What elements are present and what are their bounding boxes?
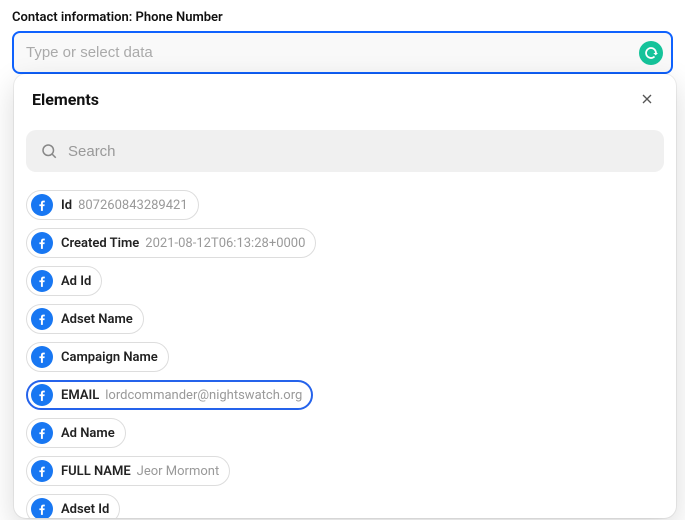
close-button[interactable] bbox=[636, 88, 658, 110]
close-icon bbox=[639, 91, 655, 107]
element-pill[interactable]: Adset Name bbox=[26, 304, 144, 334]
phone-input[interactable] bbox=[12, 31, 673, 74]
element-value: 2021-08-12T06:13:28+0000 bbox=[145, 236, 305, 251]
facebook-icon bbox=[31, 498, 53, 518]
element-value: Jeor Mormont bbox=[137, 464, 220, 479]
field-label: Contact information: Phone Number bbox=[12, 10, 673, 25]
element-label: Created Time bbox=[61, 236, 139, 251]
element-pill[interactable]: EMAIL lordcommander@nightswatch.org bbox=[26, 380, 313, 410]
element-label: FULL NAME bbox=[61, 464, 131, 479]
facebook-icon bbox=[31, 384, 53, 406]
element-pill[interactable]: Id 807260843289421 bbox=[26, 190, 199, 220]
element-pill[interactable]: FULL NAME Jeor Mormont bbox=[26, 456, 230, 486]
facebook-icon bbox=[31, 346, 53, 368]
facebook-icon bbox=[31, 308, 53, 330]
elements-panel: Elements Id 807260843289421 Created Time 20… bbox=[14, 74, 676, 518]
facebook-icon bbox=[31, 194, 53, 216]
search-bar[interactable] bbox=[26, 130, 664, 172]
element-label: Campaign Name bbox=[61, 350, 158, 365]
element-pill[interactable]: Ad Id bbox=[26, 266, 102, 296]
elements-list: Id 807260843289421 Created Time 2021-08-12T… bbox=[14, 182, 676, 518]
panel-title: Elements bbox=[32, 90, 99, 109]
element-pill[interactable]: Created Time 2021-08-12T06:13:28+0000 bbox=[26, 228, 316, 258]
element-label: EMAIL bbox=[61, 388, 99, 403]
facebook-icon bbox=[31, 270, 53, 292]
element-pill[interactable]: Adset Id bbox=[26, 494, 120, 518]
search-icon bbox=[40, 142, 58, 160]
element-label: Adset Id bbox=[61, 502, 109, 517]
element-value: 807260843289421 bbox=[78, 198, 188, 213]
element-label: Adset Name bbox=[61, 312, 133, 327]
element-value: lordcommander@nightswatch.org bbox=[105, 388, 302, 403]
element-label: Ad Id bbox=[61, 274, 91, 289]
facebook-icon bbox=[31, 460, 53, 482]
element-pill[interactable]: Campaign Name bbox=[26, 342, 169, 372]
search-input[interactable] bbox=[58, 143, 650, 160]
element-pill[interactable]: Ad Name bbox=[26, 418, 126, 448]
grammarly-icon bbox=[639, 41, 663, 65]
element-label: Id bbox=[61, 198, 72, 213]
element-label: Ad Name bbox=[61, 426, 115, 441]
facebook-icon bbox=[31, 422, 53, 444]
facebook-icon bbox=[31, 232, 53, 254]
